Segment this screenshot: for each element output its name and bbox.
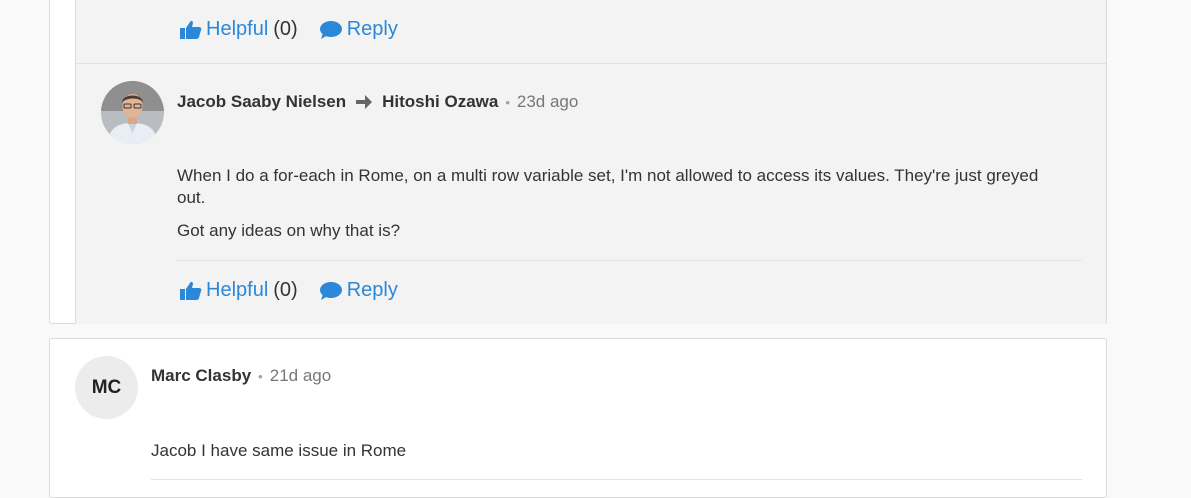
actions-divider (177, 260, 1082, 261)
thumbs-up-icon (180, 20, 202, 39)
comment-paragraph: Got any ideas on why that is? (177, 221, 401, 240)
comment-paragraph: When I do a for-each in Rome, on a multi… (177, 166, 1039, 207)
reply-label: Reply (346, 18, 398, 40)
author-name[interactable]: Marc Clasby (151, 366, 251, 386)
reply-divider (76, 63, 1106, 64)
actions-divider (151, 479, 1082, 480)
helpful-label: Helpful (206, 18, 269, 40)
helpful-count: (0) (273, 18, 298, 40)
comment-body: When I do a for-each in Rome, on a multi… (177, 165, 1067, 242)
reply-button[interactable]: Reply (319, 279, 398, 302)
helpful-count: (0) (273, 279, 298, 301)
comment-meta: Marc Clasby • 21d ago (151, 366, 331, 386)
comment-card-2 (49, 338, 1107, 498)
separator-dot: • (505, 94, 510, 110)
timestamp: 23d ago (516, 92, 579, 111)
user-photo-icon (101, 81, 164, 144)
avatar[interactable] (101, 81, 164, 144)
separator-dot: • (258, 368, 263, 384)
recipient-name[interactable]: Hitoshi Ozawa (382, 92, 498, 112)
arrow-right-icon (356, 95, 373, 109)
comment-body: Jacob I have same issue in Rome (151, 441, 407, 460)
reply-label: Reply (346, 279, 398, 301)
reply-button[interactable]: Reply (319, 18, 398, 41)
comment-actions: Helpful (0) Reply (180, 279, 398, 302)
thumbs-up-icon (180, 281, 202, 300)
author-name[interactable]: Jacob Saaby Nielsen (177, 92, 346, 112)
comment-actions-top: Helpful (0) Reply (180, 18, 398, 41)
helpful-button[interactable]: Helpful (180, 18, 268, 41)
nested-replies-panel (75, 0, 1107, 324)
speech-bubble-icon (319, 20, 342, 39)
helpful-button[interactable]: Helpful (180, 279, 268, 302)
helpful-label: Helpful (206, 279, 269, 301)
reply-meta: Jacob Saaby Nielsen Hitoshi Ozawa • 23d … (177, 92, 578, 112)
avatar-initials[interactable]: MC (75, 356, 138, 419)
timestamp: 21d ago (269, 366, 332, 385)
speech-bubble-icon (319, 281, 342, 300)
